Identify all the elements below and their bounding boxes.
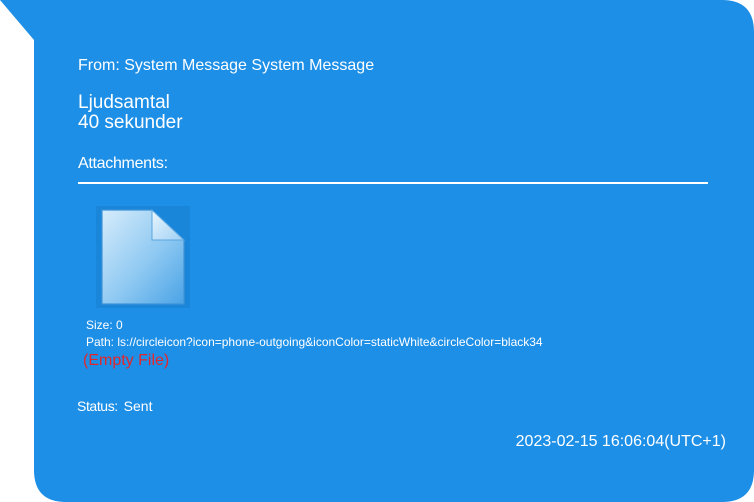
- message-body-line-2: 40 sekunder: [78, 112, 183, 133]
- path-value: ls://circleicon?icon=phone-outgoing&icon…: [117, 335, 543, 349]
- size-label: Size:: [86, 318, 113, 332]
- message-timestamp: 2023-02-15 16:06:04(UTC+1): [515, 433, 726, 450]
- from-value: System Message System Message: [124, 57, 375, 74]
- message-body-line-1: Ljudsamtal: [78, 92, 170, 113]
- from-label: From:: [78, 57, 120, 74]
- file-icon[interactable]: [96, 206, 190, 308]
- status-label: Status:: [77, 398, 118, 414]
- status-value: Sent: [123, 398, 153, 414]
- sender-line: From: System Message System Message: [78, 57, 374, 75]
- chat-message-page: From: System Message System Message Ljud…: [0, 0, 754, 502]
- attachments-heading: Attachments:: [78, 155, 168, 172]
- path-label: Path:: [86, 335, 115, 349]
- attachment-path: Path: ls://circleicon?icon=phone-outgoin…: [86, 336, 543, 349]
- empty-file-note: (Empty File): [83, 352, 170, 369]
- attachment-size: Size: 0: [86, 319, 123, 332]
- attachments-divider: [78, 182, 708, 184]
- message-status: Status: Sent: [77, 398, 152, 414]
- size-value: 0: [116, 318, 123, 332]
